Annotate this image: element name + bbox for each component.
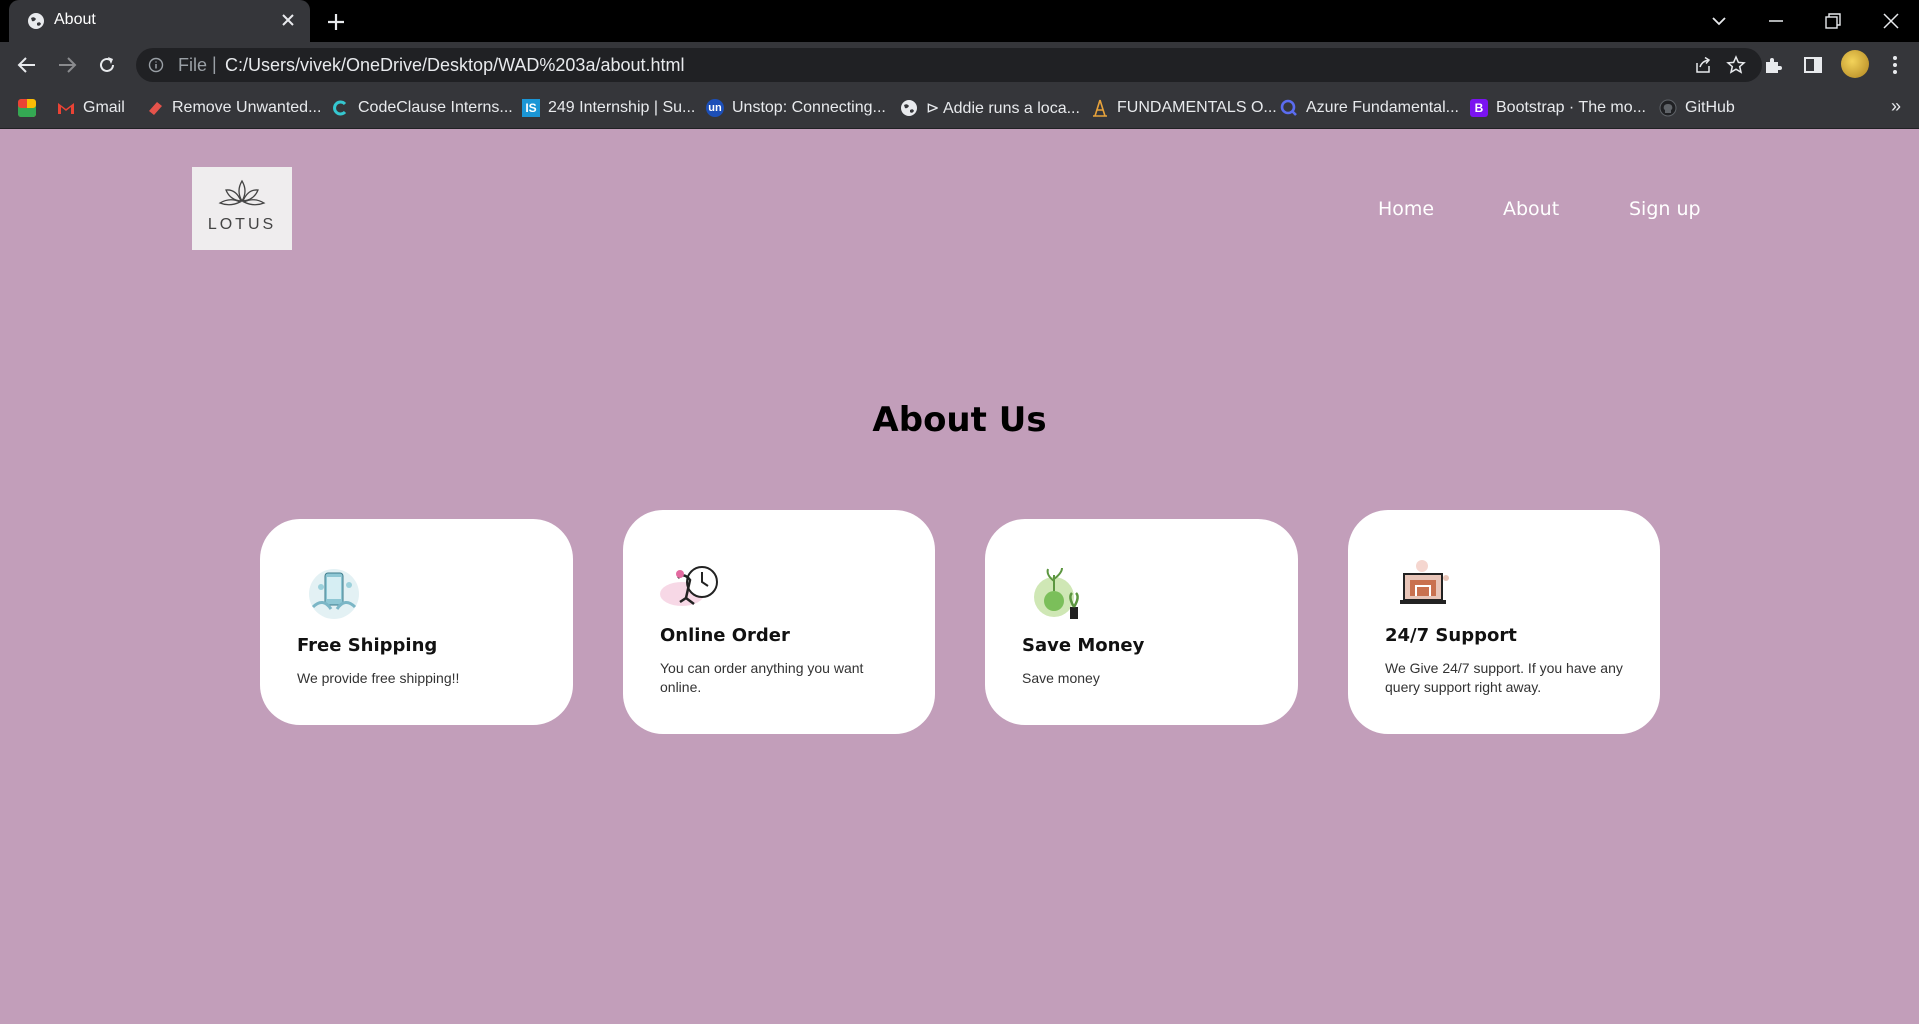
bookmark-label: FUNDAMENTALS O... <box>1117 99 1277 116</box>
bookmark-codeclause[interactable]: CodeClause Interns... <box>332 96 513 120</box>
bookmark-internshala[interactable]: IS 249 Internship | Su... <box>522 96 695 120</box>
side-panel-icon[interactable] <box>1802 54 1824 76</box>
bookmark-fundamentals[interactable]: FUNDAMENTALS O... <box>1091 96 1277 120</box>
share-icon[interactable] <box>1694 56 1712 74</box>
globe-icon <box>28 13 44 29</box>
restore-icon[interactable] <box>1822 10 1844 32</box>
nav-home-link[interactable]: Home <box>1378 198 1434 220</box>
more-bookmarks-chevron[interactable]: » <box>1891 96 1901 117</box>
bookmark-label: ⊳ Addie runs a loca... <box>926 100 1080 117</box>
site-logo[interactable]: LOTUS <box>192 167 292 250</box>
tab-strip: About <box>0 0 1919 42</box>
reload-icon[interactable] <box>96 54 118 76</box>
feature-card-support: 24/7 Support We Give 24/7 support. If yo… <box>1348 510 1660 734</box>
feature-card-online-order: Online Order You can order anything you … <box>623 510 935 734</box>
info-icon[interactable] <box>148 57 164 73</box>
address-bar[interactable]: File | C:/Users/vivek/OneDrive/Desktop/W… <box>136 48 1762 82</box>
bookmark-gmail[interactable]: Gmail <box>57 96 125 120</box>
bookmark-bootstrap[interactable]: B Bootstrap · The mo... <box>1470 96 1646 120</box>
profile-avatar-icon[interactable] <box>1841 50 1869 78</box>
page-title: About Us <box>872 400 1047 440</box>
gmail-icon <box>58 103 74 114</box>
bookmark-apps[interactable] <box>18 96 36 120</box>
bookmark-star-icon[interactable] <box>1726 55 1746 75</box>
bookmarks-bar: Gmail Remove Unwanted... CodeClause Inte… <box>0 88 1919 129</box>
internshala-icon: IS <box>522 99 540 117</box>
bookmark-addie[interactable]: ⊳ Addie runs a loca... <box>900 96 1080 120</box>
eraser-icon <box>149 102 162 115</box>
feature-card-free-shipping: Free Shipping We provide free shipping!! <box>260 519 573 725</box>
active-tab[interactable]: About <box>9 0 310 42</box>
url-text[interactable]: C:/Users/vivek/OneDrive/Desktop/WAD%203a… <box>225 55 685 76</box>
tower-icon <box>1093 99 1107 117</box>
bookmark-remove-unwanted[interactable]: Remove Unwanted... <box>146 96 321 120</box>
tab-search-icon[interactable] <box>1708 10 1730 32</box>
url-scheme: File <box>178 55 208 75</box>
card-title: 24/7 Support <box>1385 625 1517 646</box>
card-title: Free Shipping <box>297 635 438 656</box>
card-text: Save money <box>1022 670 1100 686</box>
clock-order-icon <box>660 566 718 606</box>
card-text: We Give 24/7 support. If you have any qu… <box>1385 660 1623 695</box>
close-tab-icon[interactable] <box>280 12 296 28</box>
feature-card-save-money: Save Money Save money <box>985 519 1298 725</box>
nav-signup-link[interactable]: Sign up <box>1629 198 1701 220</box>
support-laptop-icon <box>1400 560 1449 604</box>
nav-about-link[interactable]: About <box>1503 198 1559 220</box>
extensions-puzzle-icon[interactable] <box>1762 54 1784 76</box>
unstop-icon: un <box>706 99 724 117</box>
forward-arrow-icon[interactable] <box>56 54 78 76</box>
bookmark-label: 249 Internship | Su... <box>548 99 696 116</box>
bookmark-label: Gmail <box>83 99 125 116</box>
bookmark-github[interactable]: GitHub <box>1659 96 1735 120</box>
menu-kebab-icon[interactable] <box>1884 54 1906 76</box>
bookmark-azure[interactable]: Azure Fundamental... <box>1280 96 1459 120</box>
card-title: Save Money <box>1022 635 1145 656</box>
apps-grid-icon <box>18 99 36 117</box>
bookmark-unstop[interactable]: un Unstop: Connecting... <box>706 96 886 120</box>
money-plant-icon <box>1034 567 1079 619</box>
back-arrow-icon[interactable] <box>16 54 38 76</box>
search-circle-icon <box>1280 99 1297 116</box>
shipping-phone-icon <box>309 569 359 619</box>
bootstrap-icon: B <box>1470 99 1488 117</box>
bookmark-label: Azure Fundamental... <box>1306 99 1459 116</box>
close-window-icon[interactable] <box>1880 10 1902 32</box>
url-separator: | <box>212 54 217 74</box>
bookmark-label: GitHub <box>1685 99 1735 116</box>
tab-title: About <box>54 11 96 28</box>
lotus-icon <box>218 179 266 206</box>
card-text: You can order anything you want online. <box>660 660 864 695</box>
codeclause-icon <box>333 100 347 116</box>
bookmark-label: Bootstrap · The mo... <box>1496 99 1646 116</box>
bookmark-label: CodeClause Interns... <box>358 99 513 116</box>
new-tab-icon[interactable] <box>326 12 346 32</box>
github-icon <box>1659 99 1677 117</box>
minimize-icon[interactable] <box>1765 10 1787 32</box>
bookmark-label: Unstop: Connecting... <box>732 99 886 116</box>
card-text: We provide free shipping!! <box>297 670 460 686</box>
logo-text: LOTUS <box>207 216 277 233</box>
globe-icon <box>901 100 917 116</box>
bookmark-label: Remove Unwanted... <box>172 99 322 116</box>
card-title: Online Order <box>660 625 790 646</box>
browser-toolbar: File | C:/Users/vivek/OneDrive/Desktop/W… <box>0 42 1919 88</box>
